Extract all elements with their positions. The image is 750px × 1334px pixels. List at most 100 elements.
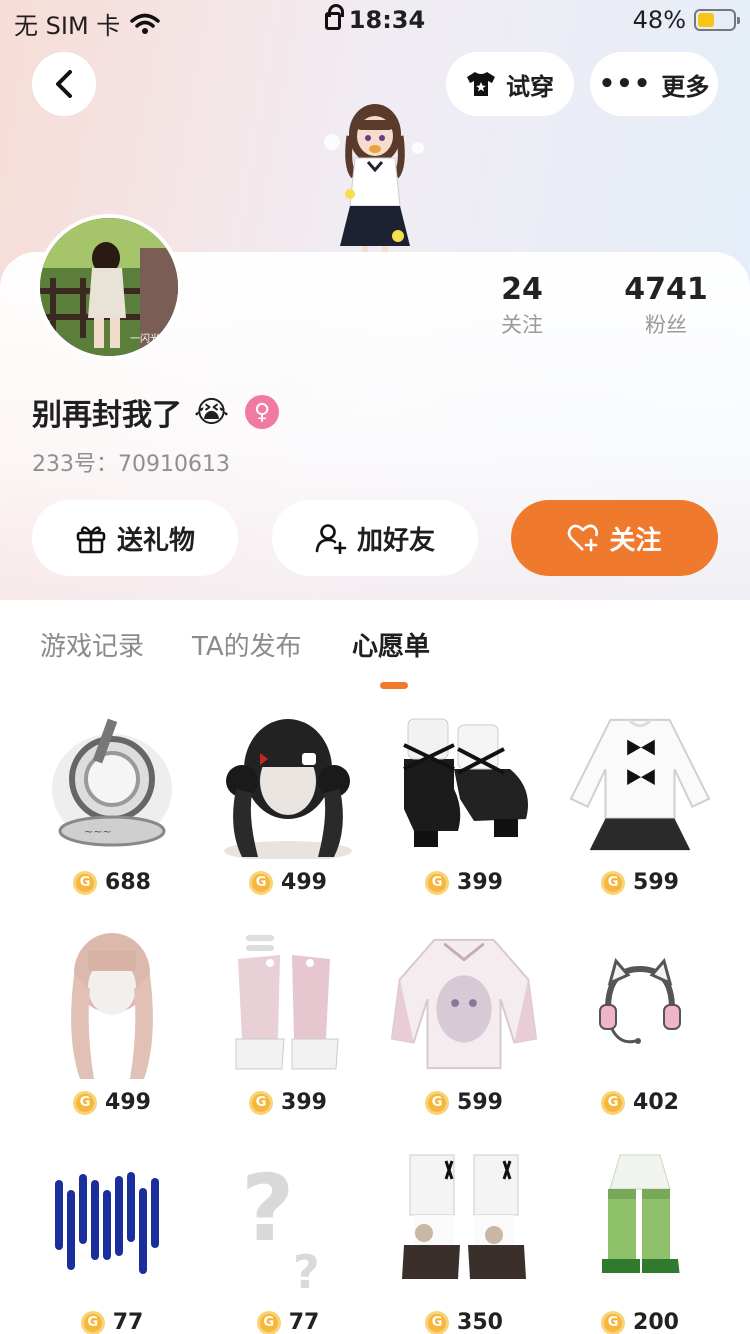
coin-icon: G: [73, 870, 98, 895]
price-value: 499: [281, 870, 327, 895]
following-label: 关注: [501, 313, 543, 337]
cat-ear-headphones-icon: [566, 924, 714, 1084]
status-bar: 无 SIM 卡 18:34 48%: [0, 0, 750, 40]
coin-icon: G: [256, 1310, 281, 1334]
avatar-photo: 一闪光: [40, 218, 178, 356]
profile-tabs: 游戏记录 TA的发布 心愿单: [0, 600, 750, 692]
chevron-left-icon: [56, 70, 72, 98]
coin-icon: G: [601, 1090, 626, 1115]
green-leg-warmers-icon: [566, 1144, 714, 1304]
add-friend-label: 加好友: [356, 525, 435, 556]
tshirt-icon: [467, 72, 495, 96]
battery-icon: [694, 9, 740, 31]
wishlist-item[interactable]: G 350: [376, 1140, 552, 1334]
black-twin-bun-hair-icon: [214, 704, 362, 864]
follow-label: 关注: [609, 525, 662, 556]
tab-game-records[interactable]: 游戏记录: [40, 626, 144, 663]
price-value: 399: [281, 1090, 327, 1115]
blue-glow-bars-icon: [38, 1144, 186, 1304]
wishlist-item[interactable]: ~~~ G 688: [24, 700, 200, 920]
price-value: 399: [457, 870, 503, 895]
fans-count: 4741: [624, 272, 708, 307]
coin-icon: G: [249, 870, 274, 895]
price-value: 77: [288, 1310, 320, 1334]
pink-leg-warmer-boots-icon: [214, 924, 362, 1084]
user-id: 233号：70910613: [32, 452, 230, 477]
tab-wishlist[interactable]: 心愿单: [352, 626, 430, 663]
price-value: 350: [457, 1310, 503, 1334]
female-gender-icon: ♀: [245, 395, 280, 429]
item-price: G 402: [552, 1090, 728, 1115]
more-dots-icon: •••: [598, 69, 652, 99]
back-button[interactable]: [32, 52, 96, 116]
price-value: 599: [633, 870, 679, 895]
coin-icon: G: [425, 1310, 450, 1334]
wishlist-item[interactable]: G 499: [200, 700, 376, 920]
add-friend-button[interactable]: 加好友: [272, 500, 478, 576]
nickname-row: 别再封我了 😭 ♀: [32, 390, 280, 434]
pink-anime-print-hoodie-icon: [390, 924, 538, 1084]
item-price: G 499: [24, 1090, 200, 1115]
pompom-boots-icon: [390, 1144, 538, 1304]
price-value: 200: [633, 1310, 679, 1334]
svg-text:?: ?: [241, 1155, 294, 1262]
price-value: 688: [105, 870, 151, 895]
item-price: G 599: [376, 1090, 552, 1115]
item-price: G 350: [376, 1310, 552, 1334]
crystal-ring-badge-icon: ~~~: [38, 704, 186, 864]
heart-plus-icon: [568, 524, 599, 552]
svg-text:?: ?: [293, 1245, 320, 1294]
pink-long-hair-icon: [38, 924, 186, 1084]
item-price: G 599: [552, 870, 728, 895]
gift-icon: [76, 526, 106, 554]
wishlist-item[interactable]: G 399: [376, 700, 552, 920]
battery-fill: [698, 13, 715, 27]
wishlist-item[interactable]: G 77: [24, 1140, 200, 1334]
add-user-icon: [315, 524, 347, 554]
send-gift-label: 送礼物: [116, 525, 195, 556]
wishlist-item[interactable]: G 200: [552, 1140, 728, 1334]
coin-icon: G: [601, 870, 626, 895]
item-price: G 77: [200, 1310, 376, 1334]
price-value: 599: [457, 1090, 503, 1115]
nickname: 别再封我了: [32, 398, 182, 433]
following-count: 24: [501, 272, 543, 307]
item-price: G 688: [24, 870, 200, 895]
coin-icon: G: [73, 1090, 98, 1115]
following-stat[interactable]: 24 关注: [462, 272, 582, 339]
wishlist-item[interactable]: G 599: [376, 920, 552, 1140]
avatar-3d-figure: [324, 104, 424, 256]
wishlist-item[interactable]: G 399: [200, 920, 376, 1140]
coin-icon: G: [425, 870, 450, 895]
item-price: G 77: [24, 1310, 200, 1334]
wishlist-item[interactable]: G 402: [552, 920, 728, 1140]
coin-icon: G: [601, 1310, 626, 1334]
more-label: 更多: [661, 72, 710, 101]
item-price: G 399: [376, 870, 552, 895]
coin-icon: G: [425, 1090, 450, 1115]
price-value: 77: [112, 1310, 144, 1334]
svg-text:~~~: ~~~: [84, 825, 112, 838]
coin-icon: G: [249, 1090, 274, 1115]
wishlist-item[interactable]: G 499: [24, 920, 200, 1140]
try-on-button[interactable]: 试穿: [446, 52, 574, 116]
fans-stat[interactable]: 4741 粉丝: [606, 272, 726, 339]
follow-button[interactable]: 关注: [511, 500, 718, 576]
coin-icon: G: [80, 1310, 105, 1334]
more-button[interactable]: ••• 更多: [590, 52, 718, 116]
active-tab-indicator: [380, 682, 408, 689]
price-value: 499: [105, 1090, 151, 1115]
send-gift-button[interactable]: 送礼物: [32, 500, 238, 576]
battery-percent: 48%: [632, 6, 686, 34]
fans-label: 粉丝: [645, 313, 687, 337]
tab-posts[interactable]: TA的发布: [192, 626, 302, 663]
wishlist-item[interactable]: ? ? G 77: [200, 1140, 376, 1334]
white-bow-top-black-skirt-icon: [566, 704, 714, 864]
price-value: 402: [633, 1090, 679, 1115]
black-strap-shoes-icon: [390, 704, 538, 864]
wishlist-item[interactable]: G 599: [552, 700, 728, 920]
try-on-label: 试穿: [506, 72, 554, 101]
profile-avatar[interactable]: 一闪光: [36, 214, 182, 360]
item-price: G 399: [200, 1090, 376, 1115]
item-price: G 499: [200, 870, 376, 895]
